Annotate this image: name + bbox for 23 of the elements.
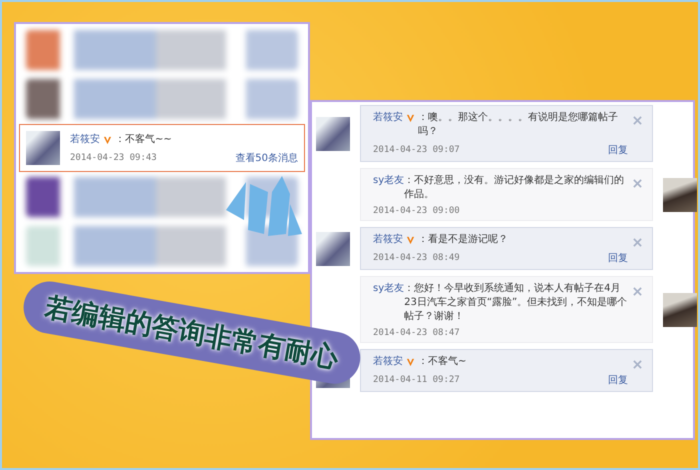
user-name[interactable]: 若筱安	[373, 355, 403, 369]
reply-link[interactable]: 回复	[608, 143, 628, 157]
reply-link[interactable]: 回复	[608, 251, 628, 265]
message-text: ：不好意思，没有。游记好像都是之家的编辑们的作品。	[404, 174, 626, 202]
message-date: 2014-04-23 08:47	[373, 328, 460, 338]
message-date: 2014-04-23 09:43	[70, 152, 158, 163]
view-messages-link[interactable]: 查看50条消息	[235, 151, 298, 166]
user-name[interactable]: sy老友	[373, 174, 404, 188]
message-text: ：不客气~	[418, 355, 468, 369]
message-text: ：不客气~~	[115, 132, 173, 147]
user-name[interactable]: 若筱安	[373, 233, 403, 247]
message-date: 2014-04-23 08:49	[373, 253, 460, 263]
message-date: 2014-04-23 09:07	[373, 145, 460, 155]
user-name[interactable]: sy老友	[373, 282, 404, 296]
highlighted-message[interactable]: 若筱安 ：不客气~~ 2014-04-23 09:43 查看50条消息	[19, 124, 305, 172]
message-date: 2014-04-23 09:00	[373, 206, 460, 216]
message-text: ：您好！今早收到系统通知，说本人有帖子在4月23日汽车之家首页“露脸”。但未找到，不知是哪个帖子？谢谢！	[404, 282, 628, 324]
reply-link[interactable]: 回复	[608, 373, 628, 387]
user-name[interactable]: 若筱安	[70, 132, 100, 147]
message-date: 2014-04-11 09:27	[373, 375, 460, 385]
message-text: ：看是不是游记呢？	[418, 233, 509, 247]
message-text: ：噢。。那这个。。。。有说明是您哪篇帖子吗？	[418, 111, 619, 139]
user-name[interactable]: 若筱安	[373, 111, 403, 125]
